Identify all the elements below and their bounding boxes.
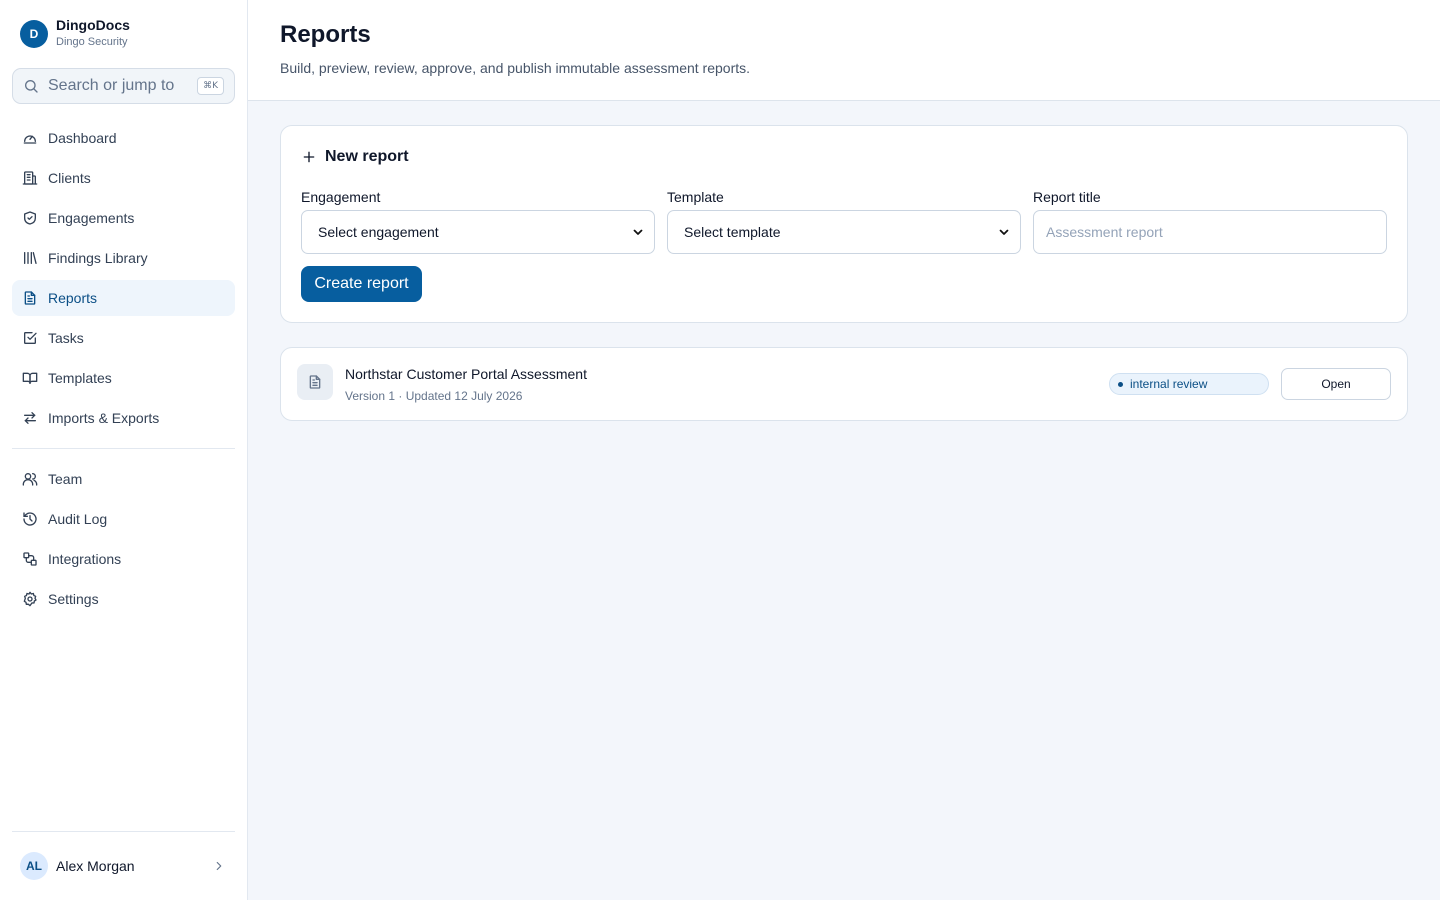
nav-primary: Dashboard Clients Engagements Findings L…: [12, 120, 235, 440]
page-title: Reports: [280, 21, 371, 48]
report-meta: Version 1 · Updated 12 July 2026: [345, 389, 523, 403]
sidebar-item-label: Engagements: [48, 210, 135, 226]
sidebar-item-label: Audit Log: [48, 511, 108, 527]
report-title: Northstar Customer Portal Assessment: [345, 366, 587, 382]
sidebar-item-engagements[interactable]: Engagements: [12, 200, 235, 236]
page-header: Reports Build, preview, review, approve,…: [248, 0, 1440, 101]
file-text-icon: [309, 375, 321, 389]
report-list-item: Northstar Customer Portal Assessment Ver…: [280, 347, 1408, 421]
report-title-field: Report title Assessment report: [1033, 188, 1387, 254]
sidebar-item-findings-library[interactable]: Findings Library: [12, 240, 235, 276]
new-report-title: New report: [325, 148, 409, 165]
brand-name: DingoDocs: [56, 17, 130, 33]
plus-icon: [303, 151, 315, 163]
brand-logo: D: [20, 19, 48, 48]
engagement-value: Select engagement: [318, 224, 439, 240]
workflow-icon: [23, 552, 37, 566]
sidebar-item-integrations[interactable]: Integrations: [12, 541, 235, 577]
gear-icon: [23, 591, 37, 607]
library-icon: [24, 252, 37, 264]
user-menu[interactable]: AL Alex Morgan: [20, 852, 230, 880]
sidebar-item-label: Clients: [48, 170, 91, 186]
history-icon: [23, 512, 37, 526]
engagement-field: Engagement Select engagement: [301, 188, 655, 254]
sidebar: D DingoDocs Dingo Security Search or jum…: [0, 0, 248, 900]
search-placeholder: Search or jump to: [48, 77, 175, 94]
engagement-select[interactable]: Select engagement: [301, 210, 655, 254]
engagement-label: Engagement: [301, 189, 381, 205]
chevron-down-icon: [633, 229, 643, 235]
open-report-button[interactable]: Open: [1281, 368, 1391, 400]
sidebar-divider: [12, 448, 235, 449]
report-title-input[interactable]: Assessment report: [1033, 210, 1387, 254]
search-input[interactable]: Search or jump to ⌘K: [12, 68, 235, 104]
template-label: Template: [667, 189, 724, 205]
brand[interactable]: D DingoDocs Dingo Security: [20, 17, 130, 50]
checkbox-icon: [24, 332, 37, 344]
new-report-header: New report: [301, 148, 409, 166]
file-text-icon: [24, 291, 36, 305]
brand-org: Dingo Security: [56, 36, 128, 48]
search-shortcut: ⌘K: [197, 77, 224, 95]
sidebar-item-label: Integrations: [48, 551, 122, 567]
sidebar-item-dashboard[interactable]: Dashboard: [12, 120, 235, 156]
status-label: internal review: [1130, 377, 1208, 391]
sidebar-item-templates[interactable]: Templates: [12, 360, 235, 396]
users-icon: [22, 473, 38, 486]
page-subtitle: Build, preview, review, approve, and pub…: [280, 60, 751, 76]
status-dot: [1118, 381, 1123, 387]
gauge-icon: [23, 135, 37, 144]
sidebar-item-label: Settings: [48, 591, 99, 607]
book-icon: [22, 372, 38, 384]
sidebar-item-audit-log[interactable]: Audit Log: [12, 501, 235, 537]
chevron-down-icon: [999, 229, 1009, 235]
sidebar-item-label: Tasks: [48, 330, 84, 346]
sidebar-divider: [12, 831, 235, 832]
sidebar-item-reports[interactable]: Reports: [12, 280, 235, 316]
new-report-card: New report Engagement Select engagement …: [280, 125, 1408, 323]
sidebar-item-clients[interactable]: Clients: [12, 160, 235, 196]
chevron-right-icon: [216, 861, 222, 871]
template-select[interactable]: Select template: [667, 210, 1021, 254]
sidebar-item-label: Dashboard: [48, 130, 117, 146]
shield-icon: [24, 211, 36, 225]
search-icon: [25, 80, 38, 93]
sidebar-item-label: Imports & Exports: [48, 410, 160, 426]
create-report-button[interactable]: Create report: [301, 266, 422, 302]
user-name: Alex Morgan: [56, 858, 135, 874]
report-doc-icon-box: [297, 364, 333, 400]
sidebar-item-tasks[interactable]: Tasks: [12, 320, 235, 356]
sidebar-item-team[interactable]: Team: [12, 461, 235, 497]
report-title-placeholder: Assessment report: [1046, 224, 1163, 240]
sidebar-item-settings[interactable]: Settings: [12, 581, 235, 617]
sidebar-item-label: Team: [48, 471, 83, 487]
report-title-label: Report title: [1033, 189, 1101, 205]
avatar: AL: [20, 852, 48, 880]
sidebar-item-label: Findings Library: [48, 250, 148, 266]
sidebar-item-label: Reports: [48, 290, 98, 306]
template-field: Template Select template: [667, 188, 1021, 254]
nav-secondary: Team Audit Log Integrations Settings: [12, 461, 235, 621]
sidebar-item-label: Templates: [48, 370, 112, 386]
building-icon: [22, 171, 38, 185]
status-badge: internal review: [1109, 373, 1269, 395]
sidebar-item-imports-exports[interactable]: Imports & Exports: [12, 400, 235, 436]
arrows-swap-icon: [24, 412, 36, 424]
template-value: Select template: [684, 224, 781, 240]
